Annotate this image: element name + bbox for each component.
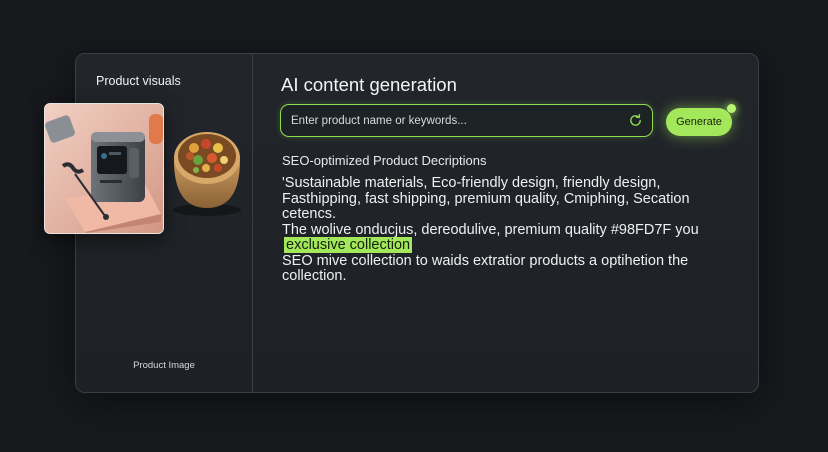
camera-product-image bbox=[45, 104, 163, 233]
food-bowl-illustration bbox=[173, 132, 241, 216]
generate-button[interactable]: Generate bbox=[666, 108, 732, 136]
highlighted-keyword: exclusive collection bbox=[284, 237, 413, 253]
description-line: collection. bbox=[282, 268, 347, 284]
description-line: cetencs. bbox=[282, 206, 336, 222]
generated-description: 'Sustainable materials, Eco-friendly des… bbox=[282, 175, 722, 285]
description-line: SEO mive collection to waids extratior p… bbox=[282, 252, 689, 269]
refresh-icon[interactable] bbox=[628, 113, 643, 128]
description-line: 'Sustainable materials, Eco-friendly des… bbox=[282, 175, 661, 191]
content-card: Product visuals Product Image AI content… bbox=[75, 53, 759, 393]
seo-description-heading: SEO-optimized Product Decriptions bbox=[282, 153, 487, 168]
product-visuals-title: Product visuals bbox=[96, 74, 181, 88]
product-keywords-input[interactable] bbox=[291, 105, 611, 136]
food-bowl-image[interactable] bbox=[166, 110, 248, 220]
status-dot bbox=[727, 104, 736, 113]
ai-content-panel: AI content generation Generate SEO-optim… bbox=[253, 54, 758, 392]
search-field[interactable] bbox=[280, 104, 653, 137]
product-image-caption: Product Image bbox=[133, 360, 195, 371]
description-line: The wolive onducjus, dereodulive, premiu… bbox=[282, 221, 699, 238]
product-image-thumbnail[interactable] bbox=[44, 103, 164, 234]
description-line: Fasthipping, fast shipping, premium qual… bbox=[282, 190, 690, 207]
page-title: AI content generation bbox=[281, 74, 457, 95]
